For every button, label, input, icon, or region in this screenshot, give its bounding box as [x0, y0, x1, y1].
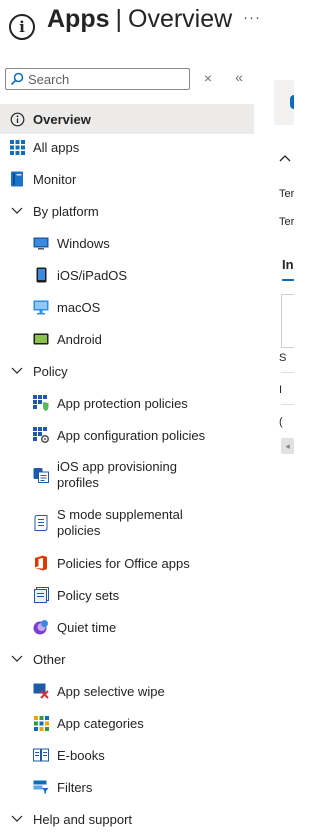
sidebar-item-policy-sets[interactable]: Policy sets — [0, 580, 254, 610]
divider — [281, 404, 294, 405]
sidebar-item-label: App selective wipe — [57, 683, 165, 699]
quiet-time-icon — [33, 619, 49, 635]
sidebar-item-label: App protection policies — [57, 395, 188, 411]
sidebar-item-label: All apps — [33, 139, 80, 155]
content-box — [281, 294, 294, 348]
list-marker-1: S — [279, 352, 287, 364]
group-by-platform[interactable]: By platform — [0, 196, 254, 226]
divider — [281, 372, 294, 373]
office-icon — [33, 555, 49, 571]
provisioning-profile-icon — [33, 467, 49, 483]
sidebar-item-app-protection-policies[interactable]: App protection policies — [0, 388, 254, 418]
windows-device-icon — [33, 235, 49, 251]
sidebar-item-label: Overview — [33, 111, 91, 127]
group-label: Other — [33, 651, 66, 667]
mac-monitor-icon — [33, 299, 49, 315]
sidebar-item-s-mode-supplemental-policies[interactable]: S mode supplemental policies — [0, 500, 254, 546]
tab-underline — [282, 279, 294, 281]
search-input[interactable] — [28, 71, 178, 87]
phone-device-icon — [33, 267, 49, 283]
page-title-bold: Apps — [47, 5, 110, 33]
sidebar-item-label: iOS/iPadOS — [57, 267, 128, 283]
page-title-separator: | — [115, 5, 123, 33]
sidebar-item-label: Monitor — [33, 171, 77, 187]
sidebar-item-label: E-books — [57, 747, 105, 763]
group-other[interactable]: Other — [0, 644, 254, 674]
sidebar-item-quiet-time[interactable]: Quiet time — [0, 612, 254, 642]
chevron-down-icon — [9, 651, 25, 667]
search-box[interactable] — [5, 68, 190, 90]
sidebar-item-label: Quiet time — [57, 619, 117, 635]
sidebar-item-windows[interactable]: Windows — [0, 228, 254, 258]
essentials-row-1: Ter — [279, 188, 294, 200]
chevron-down-icon — [9, 811, 25, 827]
sidebar-item-android[interactable]: Android — [0, 324, 254, 354]
page-header: i Apps | Overview ··· — [0, 0, 294, 60]
sidebar-item-label: Windows — [57, 235, 110, 251]
page-title-rest: Overview — [128, 5, 233, 33]
sidebar-item-filters[interactable]: Filters — [0, 772, 254, 802]
sidebar-item-label: App configuration policies — [57, 427, 206, 443]
clear-search-icon[interactable]: × — [200, 70, 216, 88]
chevron-up-icon[interactable] — [279, 150, 291, 165]
group-policy[interactable]: Policy — [0, 356, 254, 386]
scroll-left-icon[interactable]: ◂ — [281, 438, 294, 454]
android-device-icon — [33, 331, 49, 347]
chevron-down-icon — [9, 363, 25, 379]
sidebar-item-label: Policies for Office apps — [57, 555, 190, 571]
grid-apps-icon — [9, 139, 25, 155]
group-label: Policy — [33, 363, 68, 379]
chevron-down-icon — [9, 203, 25, 219]
group-help-and-support[interactable]: Help and support — [0, 804, 254, 834]
sidebar-item-label: macOS — [57, 299, 101, 315]
search-icon — [6, 69, 28, 89]
sidebar-item-label: App categories — [57, 715, 144, 731]
more-options-icon[interactable]: ··· — [243, 9, 261, 26]
list-marker-2: I — [279, 384, 283, 396]
sidebar-item-ios[interactable]: iOS/iPadOS — [0, 260, 254, 290]
essentials-row-2: Ter — [279, 216, 294, 228]
page-title: Apps | Overview — [47, 5, 232, 34]
sidebar-item-macos[interactable]: macOS — [0, 292, 254, 322]
main-content-clipped: Ter Ter In S I ( ◂ — [270, 0, 294, 817]
categories-grid-icon — [33, 715, 49, 731]
sidebar-item-all-apps[interactable]: All apps — [0, 132, 254, 162]
sidebar-item-app-categories[interactable]: App categories — [0, 708, 254, 738]
selective-wipe-icon — [33, 683, 49, 699]
app-configuration-icon — [33, 427, 49, 443]
ebook-icon — [33, 747, 49, 763]
app-protection-icon — [33, 395, 49, 411]
sidebar-item-e-books[interactable]: E-books — [0, 740, 254, 770]
sidebar-item-app-selective-wipe[interactable]: App selective wipe — [0, 676, 254, 706]
sidebar-item-policies-for-office-apps[interactable]: Policies for Office apps — [0, 548, 254, 578]
sidebar-item-label: Policy sets — [57, 587, 120, 603]
sidebar-item-label: iOS app provisioning profiles — [57, 459, 177, 490]
list-marker-3: ( — [279, 416, 283, 428]
policy-sets-icon — [33, 587, 49, 603]
info-icon: i — [9, 14, 35, 40]
collapse-sidebar-icon[interactable]: « — [231, 69, 247, 87]
sidebar-item-label: S mode supplemental policies — [57, 507, 183, 538]
group-label: By platform — [33, 203, 99, 219]
sidebar-item-label: Filters — [57, 779, 93, 795]
filter-icon — [33, 779, 49, 795]
document-policy-icon — [33, 515, 49, 531]
group-label: Help and support — [33, 811, 133, 827]
sidebar-item-overview[interactable]: Overview — [0, 104, 254, 134]
info-icon — [9, 111, 25, 127]
monitor-book-icon — [9, 171, 25, 187]
sidebar-item-ios-app-provisioning-profiles[interactable]: iOS app provisioning profiles — [0, 452, 254, 498]
tab-installation[interactable]: In — [282, 257, 294, 272]
sidebar-item-label: Android — [57, 331, 102, 347]
card-accent-icon — [290, 95, 294, 109]
sidebar-item-app-configuration-policies[interactable]: App configuration policies — [0, 420, 254, 450]
sidebar-item-monitor[interactable]: Monitor — [0, 164, 254, 194]
